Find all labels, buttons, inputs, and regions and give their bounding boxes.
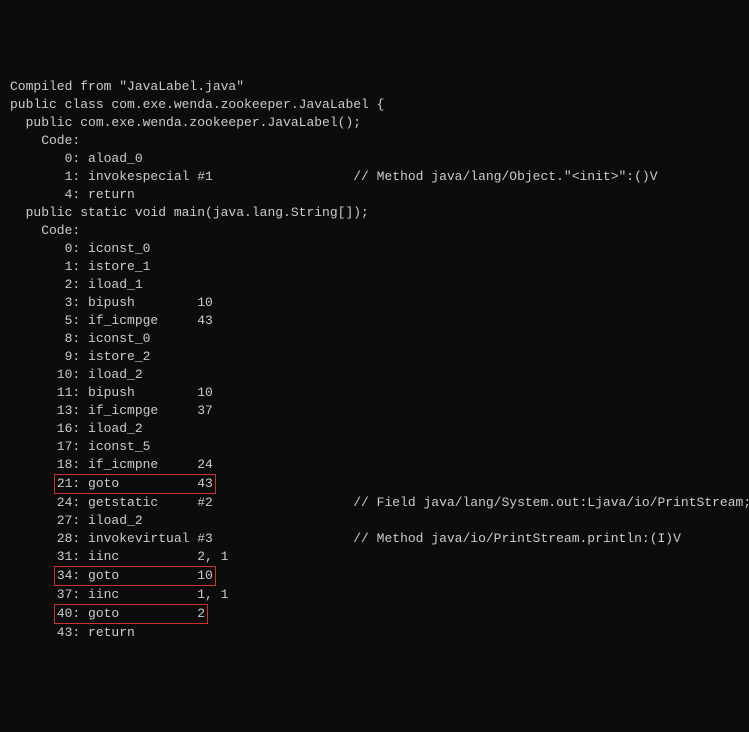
- instruction-line: 3: bipush 10: [10, 294, 739, 312]
- instruction-line: 1: istore_1: [10, 258, 739, 276]
- instruction-line: 8: iconst_0: [10, 330, 739, 348]
- code-label: Code:: [10, 222, 739, 240]
- instruction-line: 24: getstatic #2 // Field java/lang/Syst…: [10, 494, 739, 512]
- instruction-line: 0: aload_0: [10, 150, 739, 168]
- instruction-line: 43: return: [10, 624, 739, 642]
- highlighted-instruction: 34: goto 10: [54, 566, 216, 586]
- compiled-from: Compiled from "JavaLabel.java": [10, 78, 739, 96]
- instruction-line: 2: iload_1: [10, 276, 739, 294]
- instruction-line: 37: iinc 1, 1: [10, 586, 739, 604]
- instruction-line: 34: goto 10: [10, 566, 739, 586]
- instruction-line: 11: bipush 10: [10, 384, 739, 402]
- instruction-line: 28: invokevirtual #3 // Method java/io/P…: [10, 530, 739, 548]
- bytecode-output: Compiled from "JavaLabel.java"public cla…: [10, 78, 739, 642]
- method-declaration: public static void main(java.lang.String…: [10, 204, 739, 222]
- highlighted-instruction: 21: goto 43: [54, 474, 216, 494]
- instruction-line: 18: if_icmpne 24: [10, 456, 739, 474]
- instruction-line: 27: iload_2: [10, 512, 739, 530]
- instruction-line: 10: iload_2: [10, 366, 739, 384]
- instruction-line: 40: goto 2: [10, 604, 739, 624]
- instruction-line: 9: istore_2: [10, 348, 739, 366]
- highlighted-instruction: 40: goto 2: [54, 604, 208, 624]
- class-declaration: public class com.exe.wenda.zookeeper.Jav…: [10, 96, 739, 114]
- instruction-line: 17: iconst_5: [10, 438, 739, 456]
- instruction-line: 0: iconst_0: [10, 240, 739, 258]
- instruction-line: 5: if_icmpge 43: [10, 312, 739, 330]
- constructor-declaration: public com.exe.wenda.zookeeper.JavaLabel…: [10, 114, 739, 132]
- code-label: Code:: [10, 132, 739, 150]
- instruction-line: 4: return: [10, 186, 739, 204]
- instruction-line: 1: invokespecial #1 // Method java/lang/…: [10, 168, 739, 186]
- instruction-line: 21: goto 43: [10, 474, 739, 494]
- instruction-line: 13: if_icmpge 37: [10, 402, 739, 420]
- instruction-line: 16: iload_2: [10, 420, 739, 438]
- instruction-line: 31: iinc 2, 1: [10, 548, 739, 566]
